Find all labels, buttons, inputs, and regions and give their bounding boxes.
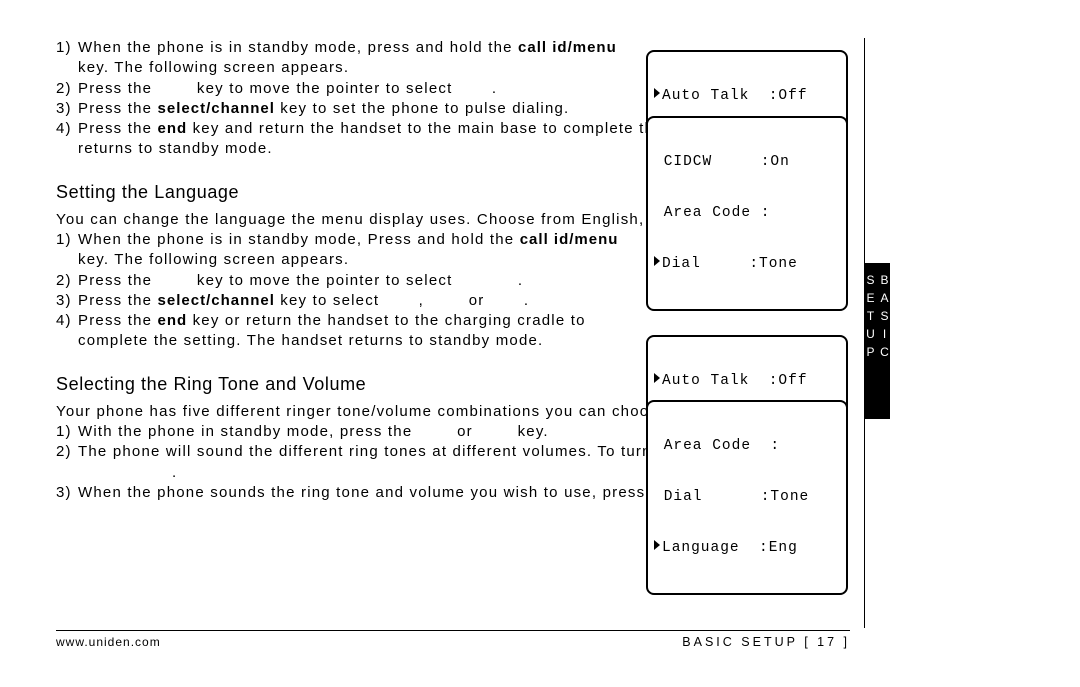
pointer-icon <box>654 88 660 98</box>
footer-page: BASIC SETUP [ 17 ] <box>682 635 850 649</box>
step-text: Press the end key or return the handset … <box>78 311 638 352</box>
step-text: When the phone is in standby mode, Press… <box>78 230 638 271</box>
manual-page: 1) When the phone is in standby mode, pr… <box>0 0 1080 687</box>
step-text: Press the key to move the pointer to sel… <box>78 79 638 99</box>
step-num: 3) <box>56 291 78 311</box>
step-num: 3) <box>56 483 78 503</box>
pointer-icon <box>654 540 660 550</box>
step-num: 2) <box>56 442 78 483</box>
step-text: Press the select/channel key to select ,… <box>78 291 638 311</box>
step-num: 4) <box>56 119 78 160</box>
step-text: Press the select/channel key to set the … <box>78 99 638 119</box>
step-num: 1) <box>56 422 78 442</box>
step-num: 2) <box>56 79 78 99</box>
footer-url: www.uniden.com <box>56 635 161 649</box>
lcd-screen: Area Code : Dial :Tone Language :Eng <box>646 400 848 595</box>
lcd-screen: CIDCW :On Area Code : Dial :Tone <box>646 116 848 311</box>
footer: www.uniden.com BASIC SETUP [ 17 ] <box>56 630 850 649</box>
pointer-icon <box>654 256 660 266</box>
step-text: When the phone is in standby mode, press… <box>78 38 638 79</box>
step-num: 1) <box>56 230 78 271</box>
step-text: Press the key to move the pointer to sel… <box>78 271 638 291</box>
step-num: 1) <box>56 38 78 79</box>
step-num: 3) <box>56 99 78 119</box>
step-num: 2) <box>56 271 78 291</box>
step-num: 4) <box>56 311 78 352</box>
side-tab: BASIC SETUP <box>865 263 890 419</box>
pointer-icon <box>654 373 660 383</box>
